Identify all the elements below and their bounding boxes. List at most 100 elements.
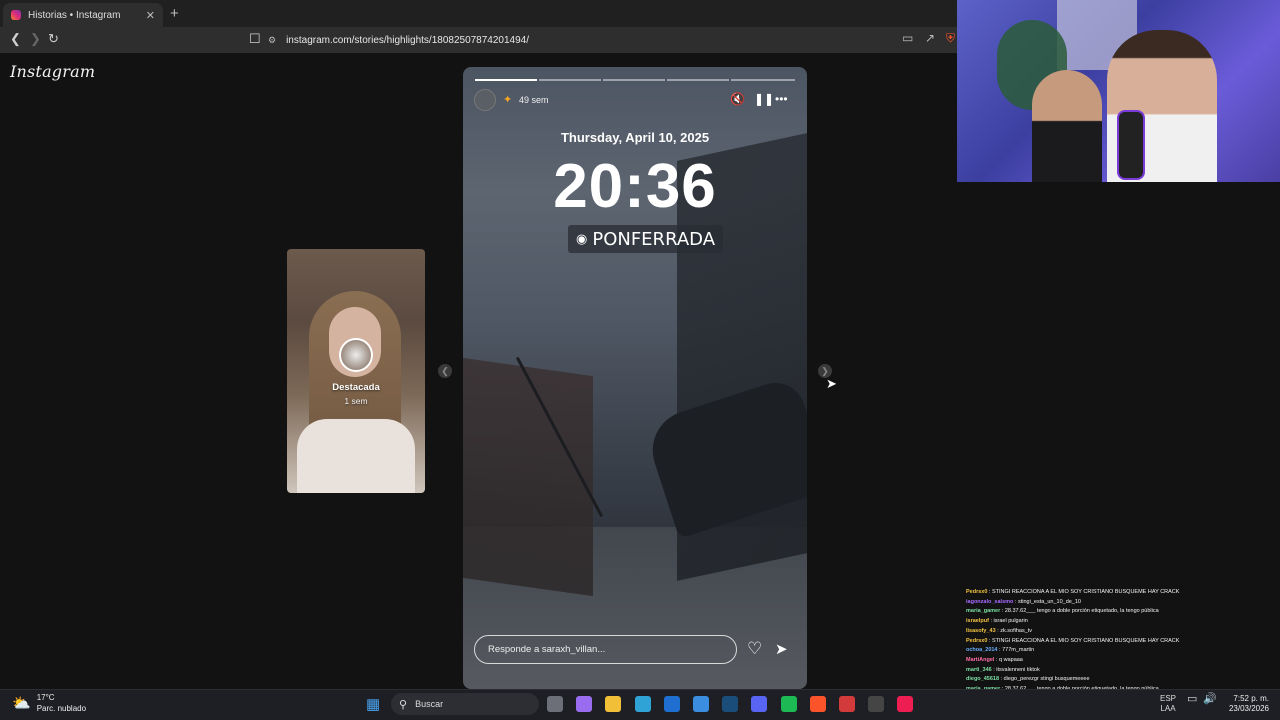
start-button-icon[interactable]: ▦	[366, 695, 380, 713]
highlight-sparkle-icon: ✦	[503, 94, 513, 106]
highlight-age: 1 sem	[344, 396, 368, 406]
outlook-icon[interactable]	[663, 696, 680, 712]
tiktok-icon[interactable]	[897, 696, 914, 712]
cast-icon[interactable]: ▭	[902, 31, 913, 45]
send-direct-icon[interactable]: ➤	[775, 640, 788, 658]
edge-icon[interactable]	[634, 696, 651, 712]
brave-icon[interactable]	[809, 696, 826, 712]
chat-text: STINGI REACCIONA A EL MIO SOY CRISTIANO …	[992, 589, 1180, 595]
volume-icon[interactable]: 🔊	[1203, 694, 1217, 705]
reply-input[interactable]: Responde a saraxh_villan...	[474, 635, 737, 664]
copilot-icon[interactable]	[576, 696, 593, 712]
chat-message: Pedrsx0 : STINGI REACCIONA A EL MIO SOY …	[966, 589, 1180, 595]
story-viewer[interactable]: ✦ 49 sem 🔇 ❚❚ ••• Thursday, April 10, 20…	[463, 67, 807, 689]
chat-message: iagonzalo_salsmo : stingi_esta_un_10_de_…	[966, 598, 1081, 605]
chat-text: diego_perezgr stingi busquemeeee	[1003, 676, 1090, 683]
pause-icon[interactable]: ❚❚	[754, 92, 774, 106]
chat-text: STINGI REACCIONA A EL MIO SOY CRISTIANO …	[992, 637, 1180, 644]
tab-title: Historias • Instagram	[28, 9, 121, 21]
chat-text: q wapaaa	[999, 656, 1023, 663]
steam-icon[interactable]	[722, 696, 739, 712]
lockscreen-time: 20:36	[553, 152, 717, 221]
capture-icon[interactable]	[839, 696, 855, 712]
obs-icon[interactable]	[868, 696, 885, 712]
chat-username: Pedrsx0	[966, 637, 988, 644]
search-icon: ⚲	[399, 698, 408, 711]
store-icon[interactable]	[693, 696, 709, 712]
reload-icon[interactable]: ↻	[48, 31, 59, 47]
address-bar[interactable]: ⚙ instagram.com/stories/highlights/18082…	[268, 31, 958, 49]
chat-text: 28.37.62___ tengo a doble porción etique…	[1004, 608, 1159, 615]
weather-temp: 17°C	[36, 693, 55, 702]
reply-placeholder: Responde a saraxh_villan...	[488, 644, 606, 655]
spotify-icon[interactable]	[780, 696, 797, 712]
chat-message: diego_45618 : diego_perezgr stingi busqu…	[966, 676, 1090, 683]
mute-icon[interactable]: 🔇	[730, 92, 745, 106]
chat-message: maria_gamer : 28.37.62___ tengo a doble …	[966, 608, 1159, 615]
tab-close-icon[interactable]: ✕	[146, 9, 155, 22]
share-icon[interactable]: ↗	[925, 31, 935, 45]
chat-username: diego_45618	[966, 676, 1000, 683]
story-progress-segment	[731, 79, 795, 81]
mouse-cursor-icon: ➤	[826, 376, 837, 391]
story-progress-segment	[603, 79, 665, 81]
more-options-icon[interactable]: •••	[775, 92, 788, 106]
chat-message: marti_346 : itsvalenneni tiktok	[966, 666, 1040, 673]
taskbar-search[interactable]: ⚲ Buscar	[391, 693, 539, 715]
chat-username: israelpuf	[966, 618, 989, 625]
story-author-avatar[interactable]	[474, 89, 496, 111]
location-name: PONFERRADA	[592, 228, 716, 250]
highlight-label: Destacada	[332, 382, 380, 393]
chat-username: Pedrsx0	[966, 589, 988, 595]
network-icon[interactable]: ▭	[1187, 694, 1197, 705]
file-explorer-icon[interactable]	[605, 696, 622, 712]
weather-widget[interactable]: ⛅ 17°C Parc. nublado	[12, 692, 86, 714]
previous-story-icon[interactable]: ❮	[438, 364, 452, 378]
new-tab-button[interactable]: +	[170, 5, 179, 22]
weather-desc: Parc. nublado	[36, 704, 87, 713]
clock-time: 7:52 p. m.	[1233, 694, 1269, 703]
webcam-person-left	[1032, 70, 1102, 182]
highlight-avatar	[339, 338, 373, 372]
chat-message: lisasofy_43 : zk.sofihas_tv	[966, 627, 1033, 634]
discord-icon[interactable]	[751, 696, 768, 712]
back-icon[interactable]: ❮	[10, 31, 21, 47]
chat-text: zk.sofihas_tv	[1000, 627, 1033, 634]
search-label: Buscar	[415, 699, 444, 709]
partly-cloudy-icon: ⛅	[12, 695, 31, 712]
chat-username: iagonzalo_salsmo	[966, 598, 1014, 605]
chat-text: 777m_martin	[1002, 647, 1035, 654]
browser-tab-active[interactable]: Historias • Instagram ✕	[3, 3, 163, 27]
microphone-icon	[1117, 110, 1145, 180]
chat-username: MartiAngel	[966, 656, 995, 663]
story-age: 49 sem	[519, 95, 549, 105]
lang-layout: LAA	[1160, 704, 1176, 713]
lockscreen-date: Thursday, April 10, 2025	[560, 130, 710, 145]
location-sticker[interactable]: ◉ PONFERRADA	[568, 225, 724, 253]
clock-date: 23/03/2026	[1228, 704, 1269, 713]
bookmark-icon[interactable]: ☐	[249, 31, 261, 47]
forward-icon[interactable]: ❯	[30, 31, 41, 47]
chat-username: maria_gamer	[966, 608, 1001, 615]
instagram-logo[interactable]: Instagram	[10, 62, 95, 81]
story-progress-segment	[539, 79, 601, 81]
chat-message: israelpuf : israel pulgarin	[966, 618, 1028, 625]
site-settings-icon[interactable]: ⚙	[268, 35, 276, 46]
story-progress-segment	[475, 79, 537, 81]
system-clock[interactable]: 7:52 p. m. 23/03/2026	[1221, 694, 1269, 714]
like-heart-icon[interactable]: ♡	[747, 639, 762, 659]
previous-highlight-card[interactable]: Destacada 1 sem	[287, 249, 425, 493]
chat-message: ochoa_2014 : 777m_martin	[966, 647, 1035, 654]
streamer-webcam	[957, 0, 1280, 182]
chat-message: Pedrsx0 : STINGI REACCIONA A EL MIO SOY …	[966, 637, 1180, 644]
chat-message: MartiAngel : q wapaaa	[966, 656, 1023, 663]
story-progress-segment	[667, 79, 729, 81]
chat-text: stingi_esta_un_10_de_10	[1017, 598, 1081, 605]
input-language[interactable]: ESP LAA	[1160, 694, 1176, 714]
chat-username: ochoa_2014	[966, 647, 998, 654]
url-text: instagram.com/stories/highlights/1808250…	[286, 34, 530, 46]
story-bg-building-left	[463, 357, 593, 597]
brave-shield-icon[interactable]: ⛨	[946, 31, 955, 46]
task-view-icon[interactable]	[547, 696, 563, 712]
lang-code: ESP	[1160, 694, 1177, 703]
